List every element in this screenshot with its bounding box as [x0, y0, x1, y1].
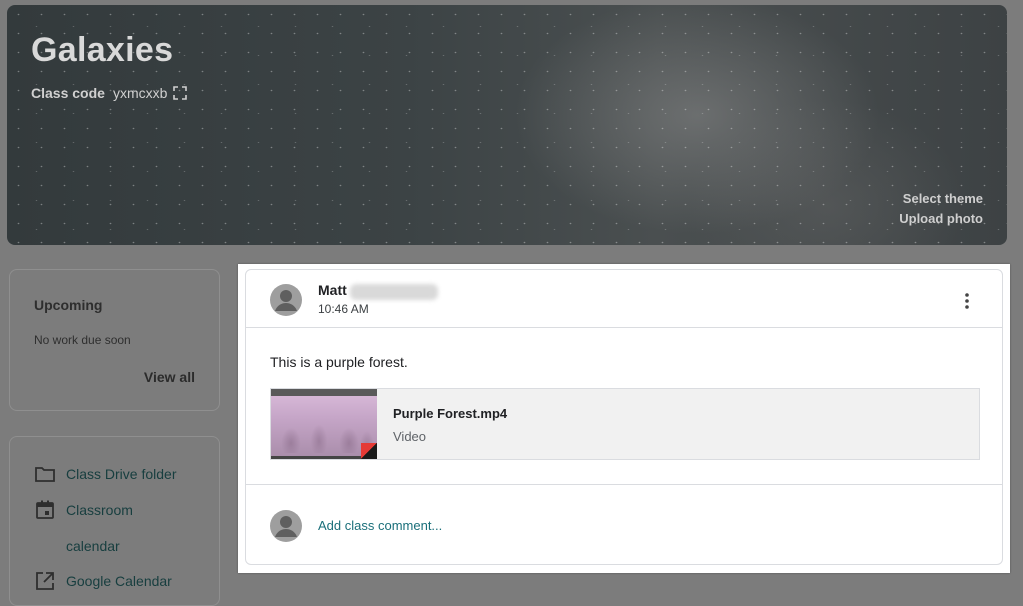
class-banner: Galaxies Class code yxmcxxb Select theme…	[7, 5, 1007, 245]
calendar-icon	[36, 500, 54, 519]
video-attachment[interactable]: Purple Forest.mp4 Video	[270, 388, 980, 460]
google-calendar-label: Google Calendar	[66, 573, 172, 589]
author-name: Matt	[318, 282, 347, 298]
classroom-calendar-link[interactable]: Classroom calendar	[34, 499, 176, 564]
class-code-row: Class code yxmcxxb	[31, 85, 188, 101]
fullscreen-icon[interactable]	[173, 86, 188, 100]
video-thumbnail	[271, 389, 377, 459]
view-all-link[interactable]: View all	[144, 369, 195, 385]
class-title: Galaxies	[31, 31, 174, 69]
commenter-avatar-icon	[270, 510, 302, 542]
post-timestamp: 10:46 AM	[318, 302, 369, 316]
upcoming-title: Upcoming	[34, 297, 103, 313]
google-calendar-link[interactable]: Google Calendar	[34, 570, 172, 599]
post-body-text: This is a purple forest.	[270, 354, 408, 370]
classroom-calendar-label: Classroom calendar	[66, 502, 133, 554]
redacted-name	[350, 284, 438, 300]
folder-icon	[35, 467, 55, 482]
upcoming-card: Upcoming No work due soon View all	[9, 269, 220, 411]
class-code-label: Class code	[31, 85, 105, 101]
post-card: Matt 10:46 AM This is a purple forest. P…	[245, 269, 1003, 565]
more-options-icon[interactable]	[958, 292, 976, 310]
class-drive-folder-label: Class Drive folder	[66, 466, 177, 482]
video-type-badge-icon	[361, 443, 377, 459]
select-theme-link[interactable]: Select theme	[903, 191, 983, 206]
author-avatar-icon	[270, 284, 302, 316]
class-links-card: Class Drive folder Classroom calendar Go…	[9, 436, 220, 606]
upload-photo-link[interactable]: Upload photo	[899, 211, 983, 226]
external-link-icon	[36, 572, 54, 590]
attachment-type: Video	[393, 429, 427, 444]
class-code-value: yxmcxxb	[112, 85, 168, 101]
add-class-comment-link[interactable]: Add class comment...	[318, 518, 442, 533]
upcoming-empty-text: No work due soon	[34, 333, 131, 347]
post-header-divider	[246, 327, 1002, 328]
attachment-name: Purple Forest.mp4	[393, 406, 508, 421]
comment-divider	[246, 484, 1002, 485]
stream-post: Matt 10:46 AM This is a purple forest. P…	[238, 264, 1010, 573]
attachment-meta: Purple Forest.mp4 Video	[377, 389, 507, 459]
class-drive-folder-link[interactable]: Class Drive folder	[34, 463, 176, 492]
